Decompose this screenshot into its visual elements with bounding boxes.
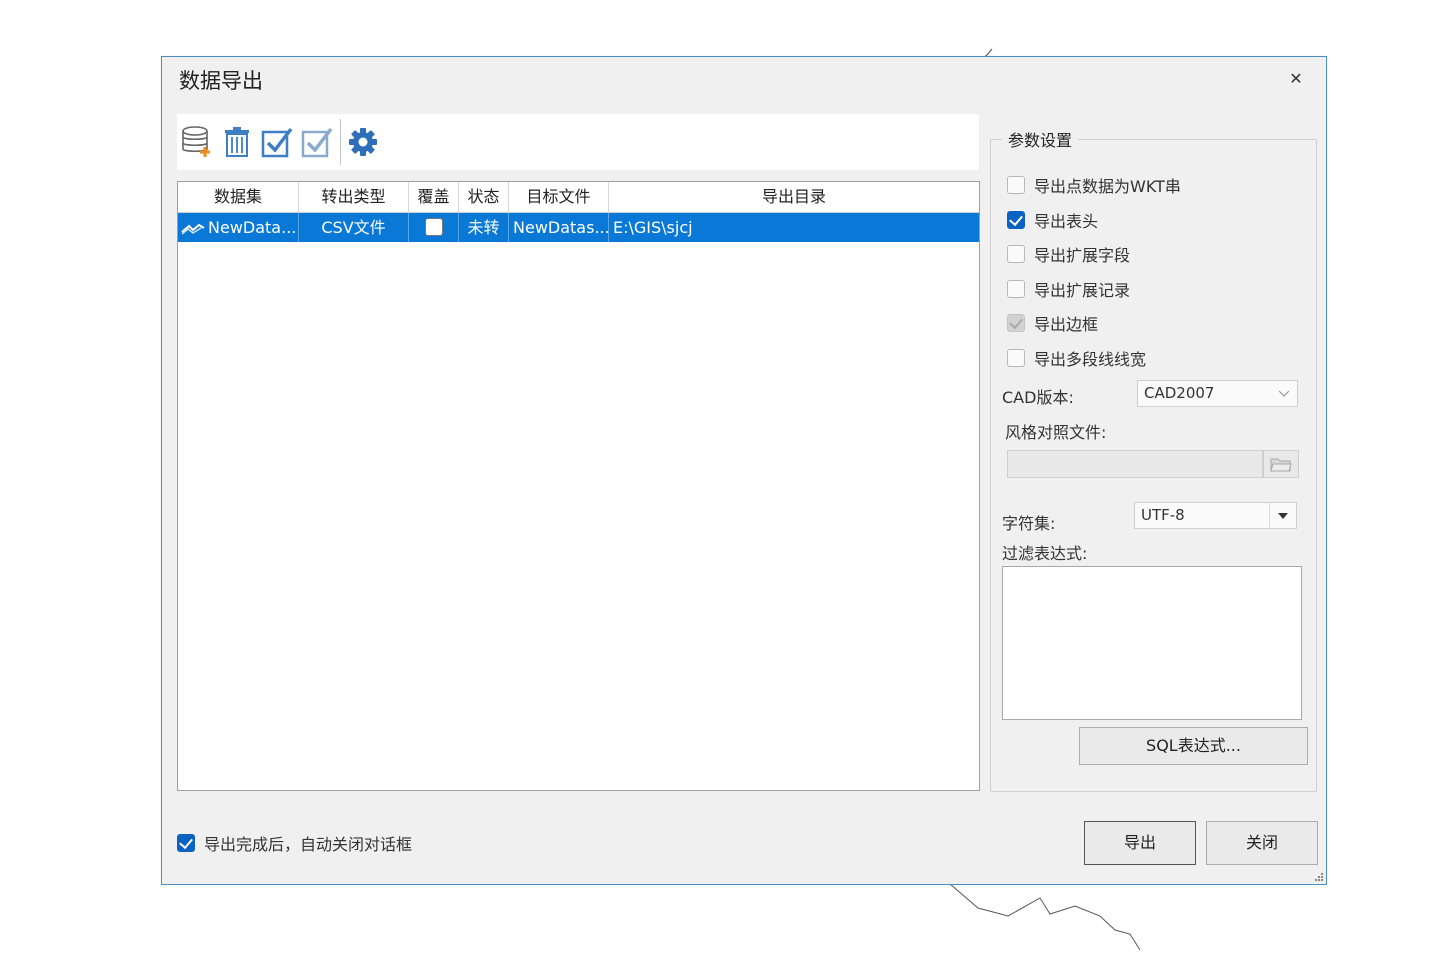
table-row[interactable]: NewData... CSV文件 未转 NewDatas... E:\GIS\s… — [178, 213, 979, 242]
cad-version-value: CAD2007 — [1144, 384, 1215, 402]
auto-close-option[interactable]: 导出完成后，自动关闭对话框 — [177, 832, 412, 854]
checkbox[interactable] — [1007, 349, 1025, 367]
auto-close-label: 导出完成后，自动关闭对话框 — [204, 835, 413, 854]
option-export-polyline-width[interactable]: 导出多段线线宽 — [1007, 347, 1146, 369]
option-export-border: 导出边框 — [1007, 312, 1098, 334]
close-icon[interactable]: ✕ — [1284, 67, 1308, 91]
sql-expression-button[interactable]: SQL表达式... — [1079, 727, 1308, 765]
charset-label: 字符集: — [1002, 514, 1056, 533]
cell-directory[interactable]: E:\GIS\sjcj — [609, 213, 979, 242]
charset-select[interactable]: UTF-8 — [1134, 502, 1297, 529]
style-file-input[interactable] — [1007, 450, 1263, 478]
column-header-type[interactable]: 转出类型 — [299, 182, 409, 212]
select-all-icon[interactable] — [259, 122, 295, 162]
toolbar-separator — [340, 119, 341, 165]
delete-icon[interactable] — [219, 122, 255, 162]
cell-dataset[interactable]: NewData... — [178, 213, 299, 242]
option-export-ext-records[interactable]: 导出扩展记录 — [1007, 278, 1130, 300]
checkbox[interactable] — [1007, 211, 1025, 229]
column-header-status[interactable]: 状态 — [459, 182, 509, 212]
cad-version-select[interactable]: CAD2007 — [1137, 380, 1298, 407]
column-header-dataset[interactable]: 数据集 — [178, 182, 299, 212]
close-button[interactable]: 关闭 — [1206, 821, 1318, 865]
line-dataset-icon — [181, 223, 205, 235]
browse-button[interactable] — [1263, 450, 1299, 478]
option-label: 导出扩展字段 — [1034, 246, 1131, 265]
dataset-grid: 数据集 转出类型 覆盖 状态 目标文件 导出目录 NewData... CSV文… — [177, 181, 980, 791]
settings-gear-icon[interactable] — [345, 122, 381, 162]
cell-status[interactable]: 未转 — [459, 213, 509, 242]
option-label: 导出扩展记录 — [1034, 281, 1131, 300]
style-file-label: 风格对照文件: — [1005, 423, 1107, 442]
overwrite-checkbox[interactable] — [425, 218, 443, 236]
option-label: 导出点数据为WKT串 — [1034, 177, 1181, 196]
folder-open-icon — [1270, 458, 1292, 472]
params-group-title: 参数设置 — [1002, 127, 1079, 151]
column-header-target-file[interactable]: 目标文件 — [509, 182, 609, 212]
toolbar — [177, 114, 979, 170]
cell-overwrite — [409, 213, 459, 242]
export-button[interactable]: 导出 — [1084, 821, 1196, 865]
checkbox[interactable] — [1007, 280, 1025, 298]
data-export-dialog: 数据导出 ✕ 数据集 转出类型 覆盖 状态 目标文件 导出目录 NewData.… — [161, 56, 1327, 885]
option-export-wkt[interactable]: 导出点数据为WKT串 — [1007, 174, 1181, 196]
cell-type[interactable]: CSV文件 — [299, 213, 409, 242]
option-export-ext-fields[interactable]: 导出扩展字段 — [1007, 243, 1130, 265]
column-header-directory[interactable]: 导出目录 — [609, 182, 979, 212]
dialog-title: 数据导出 — [179, 69, 263, 93]
option-export-header[interactable]: 导出表头 — [1007, 209, 1098, 231]
chevron-down-icon — [1271, 381, 1297, 406]
dataset-name: NewData... — [208, 218, 297, 237]
checkbox[interactable] — [177, 834, 195, 852]
checkbox — [1007, 314, 1025, 332]
caret-down-icon — [1269, 503, 1296, 528]
invert-select-icon[interactable] — [299, 122, 335, 162]
option-label: 导出边框 — [1034, 315, 1099, 334]
cad-version-label: CAD版本: — [1002, 388, 1074, 407]
checkbox[interactable] — [1007, 245, 1025, 263]
option-label: 导出多段线线宽 — [1034, 350, 1147, 369]
cell-target-file[interactable]: NewDatas... — [509, 213, 609, 242]
checkbox[interactable] — [1007, 176, 1025, 194]
filter-label: 过滤表达式: — [1002, 544, 1088, 563]
charset-value: UTF-8 — [1141, 506, 1185, 524]
grid-header: 数据集 转出类型 覆盖 状态 目标文件 导出目录 — [178, 182, 979, 213]
resize-grip-icon[interactable] — [1314, 872, 1324, 882]
column-header-overwrite[interactable]: 覆盖 — [409, 182, 459, 212]
option-label: 导出表头 — [1034, 212, 1099, 231]
add-dataset-icon[interactable] — [179, 122, 215, 162]
filter-expression-input[interactable] — [1002, 566, 1302, 720]
